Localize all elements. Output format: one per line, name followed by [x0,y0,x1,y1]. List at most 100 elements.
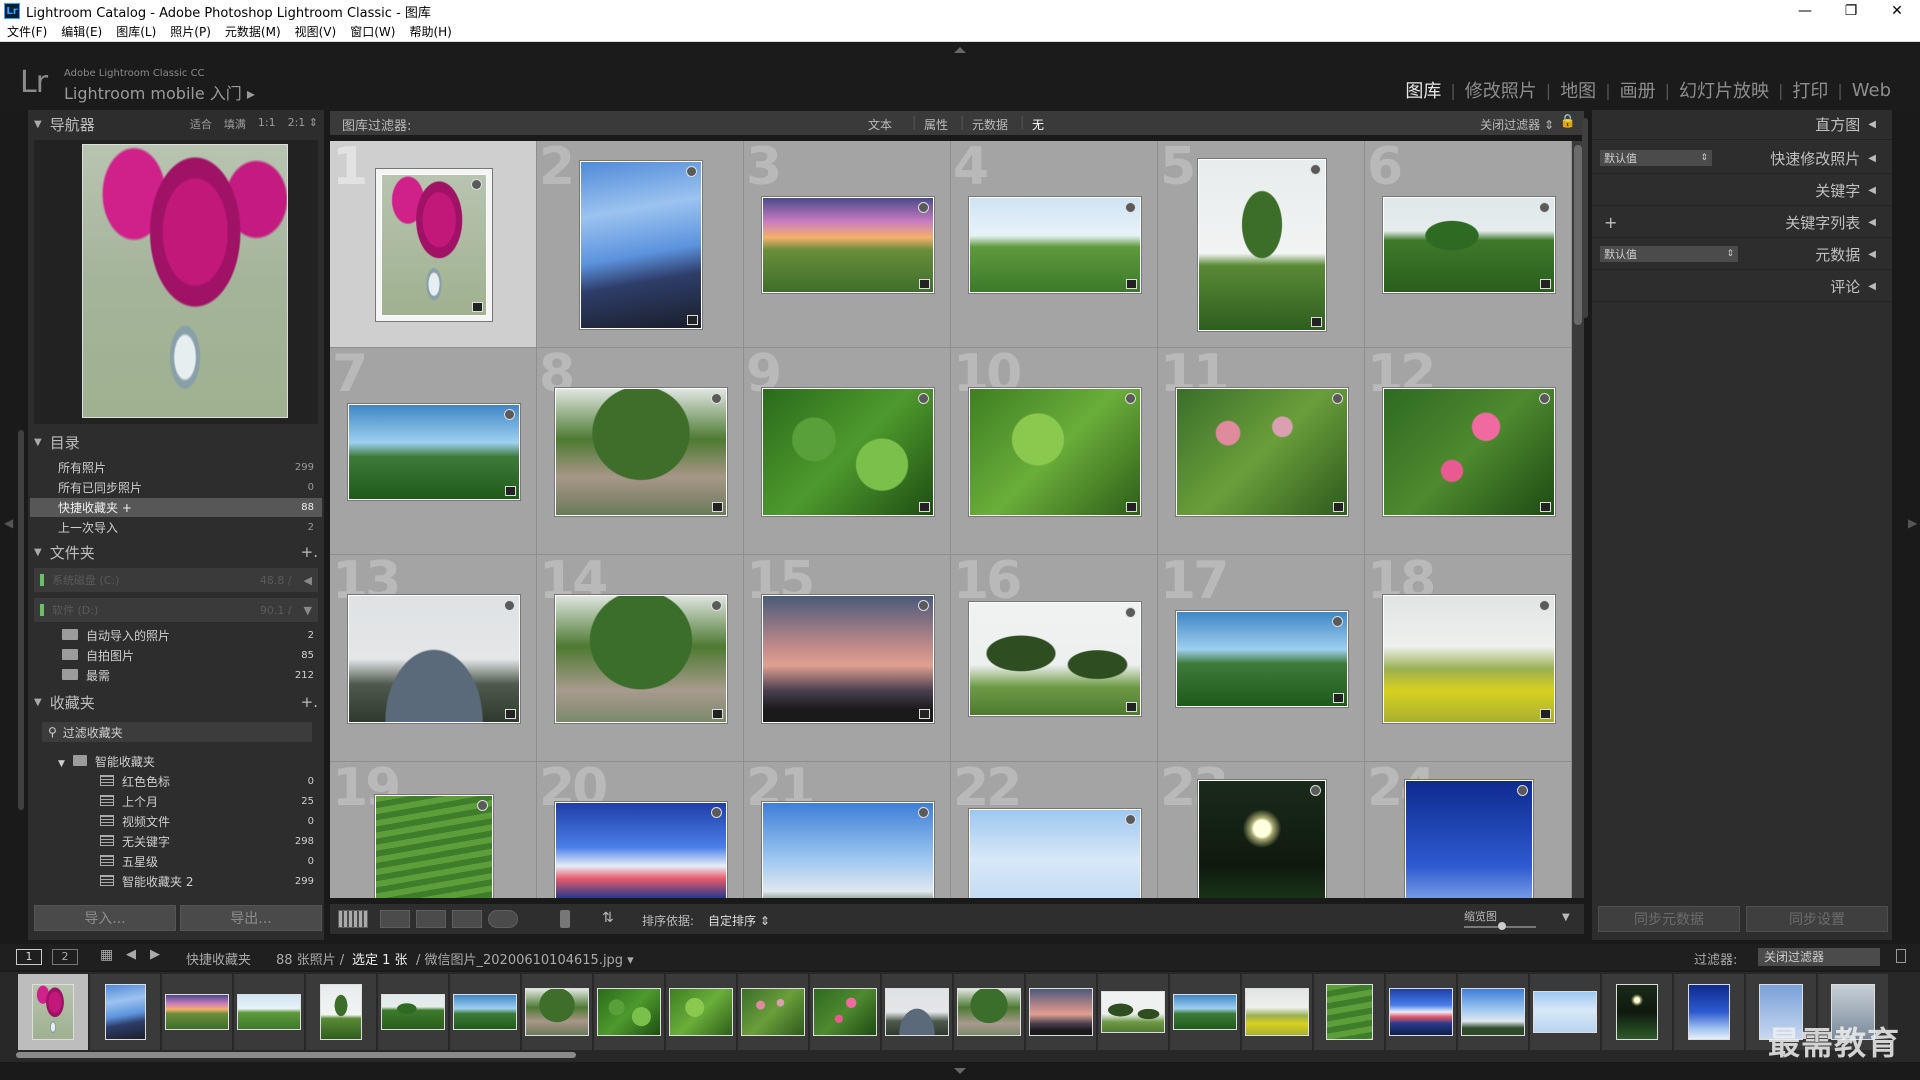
right-panel-scrollbar[interactable] [1582,118,1588,318]
filter-preset-select[interactable]: 关闭过滤器 ⇕ [1480,116,1554,133]
loupe-view-icon[interactable] [380,910,410,928]
filmstrip-thumbnail[interactable] [957,988,1021,1036]
quick-collection-dot-icon[interactable] [1331,392,1343,404]
grid-cell[interactable]: 12 [1365,344,1572,555]
photo-thumbnail[interactable] [968,601,1141,716]
grid-cell[interactable]: 10 [951,344,1158,555]
folder-item[interactable]: 自动导入的照片 2 [30,626,322,645]
smart-collection-item[interactable]: 无关键字 298 [30,832,322,851]
grid-cell[interactable]: 14 [537,551,744,762]
quick-collection-dot-icon[interactable] [1124,606,1136,618]
photo-thumbnail[interactable] [1382,594,1555,723]
grid-icon[interactable]: ▦ [100,947,113,963]
filmstrip-cell[interactable] [594,974,664,1050]
grid-view-icon[interactable] [338,910,368,928]
quick-collection-dot-icon[interactable] [1124,201,1136,213]
filmstrip-cell[interactable] [1314,974,1384,1050]
quick-collection-dot-icon[interactable] [1331,615,1343,627]
catalog-item-quick-collection[interactable]: 快捷收藏夹 + 88 [30,498,322,517]
expand-triangle-icon[interactable]: ▼ [58,759,65,769]
catalog-item-all-photos[interactable]: 所有照片 299 [30,458,322,477]
zoom-2-1[interactable]: 2:1 ⇕ [288,116,318,132]
filmstrip-thumbnail[interactable] [165,994,229,1030]
photo-thumbnail[interactable] [347,594,520,723]
grid-cell[interactable]: 7 [330,344,537,555]
menu-view[interactable]: 视图(V) [288,23,344,40]
left-panel-collapse-icon[interactable]: ◀ [4,516,13,530]
comments-header[interactable]: 评论 ◀ [1592,272,1892,302]
main-window-button[interactable]: 1 [16,949,42,965]
edit-badge-icon[interactable] [686,314,698,325]
filter-attribute[interactable]: 属性 [924,116,948,133]
smart-collection-item[interactable]: 红色色标 0 [30,772,322,791]
filmstrip-source[interactable]: 快捷收藏夹 [186,949,251,968]
filmstrip-thumbnail[interactable] [1245,988,1309,1036]
grid-cell[interactable]: 1 [330,141,537,348]
filmstrip-thumbnail[interactable] [1029,988,1093,1036]
edit-badge-icon[interactable] [918,708,930,719]
filmstrip-cell[interactable] [162,974,232,1050]
sort-direction-icon[interactable]: ⇅ [602,910,614,926]
edit-badge-icon[interactable] [1125,278,1137,289]
photo-thumbnail[interactable] [968,196,1141,293]
quick-collection-dot-icon[interactable] [1124,392,1136,404]
filmstrip-cell[interactable] [1602,974,1672,1050]
add-keyword-button[interactable]: + [1604,213,1617,232]
filmstrip-thumbnail[interactable] [32,984,74,1040]
photo-thumbnail[interactable] [554,594,727,723]
photo-thumbnail[interactable] [380,173,487,316]
grid-cell[interactable]: 6 [1365,141,1572,348]
import-button[interactable]: 导入... [34,905,176,931]
add-folder-button[interactable]: +. [301,543,318,561]
minimize-button[interactable]: — [1782,0,1828,22]
quick-collection-dot-icon[interactable] [1538,392,1550,404]
edit-badge-icon[interactable] [1539,708,1551,719]
filmstrip-thumbnail[interactable] [1173,994,1237,1030]
photo-thumbnail[interactable] [1197,158,1326,331]
collapse-triangle-icon[interactable]: ▼ [34,119,42,130]
filmstrip-thumbnail[interactable] [237,994,301,1030]
filmstrip-cell[interactable] [306,974,376,1050]
filmstrip-cell[interactable] [450,974,520,1050]
close-button[interactable]: ✕ [1874,0,1920,22]
smart-collections-group[interactable]: ▼ 智能收藏夹 [30,752,322,771]
smart-collection-item[interactable]: 五星级 0 [30,852,322,871]
collapse-left-icon[interactable]: ◀ [1868,217,1876,228]
filmstrip-thumbnail[interactable] [1533,991,1597,1033]
collapse-triangle-icon[interactable]: ▼ [34,697,42,708]
edit-badge-icon[interactable] [711,501,723,512]
filmstrip-thumbnail[interactable] [885,988,949,1036]
collapse-triangle-icon[interactable]: ▼ [34,437,42,448]
quick-collection-dot-icon[interactable] [917,806,929,818]
menu-photo[interactable]: 照片(P) [163,23,218,40]
grid-cell[interactable]: 15 [744,551,951,762]
grid-scrollbar-thumb[interactable] [1574,145,1582,325]
grid-cell[interactable]: 20 [537,758,744,898]
grid-cell[interactable]: 16 [951,551,1158,762]
survey-view-icon[interactable] [452,910,482,928]
quick-develop-header[interactable]: 默认值 ⇕ 快速修改照片 ◀ [1592,144,1892,174]
filmstrip-cell[interactable] [1386,974,1456,1050]
edit-badge-icon[interactable] [471,301,483,312]
metadata-header[interactable]: 默认值 ⇕ 元数据 ◀ [1592,240,1892,270]
histogram-header[interactable]: 直方图 ◀ [1592,110,1892,140]
filmstrip-thumbnail[interactable] [669,988,733,1036]
collapse-left-icon[interactable]: ◀ [1868,281,1876,292]
filmstrip-cell[interactable] [18,974,88,1050]
filmstrip-cell[interactable] [738,974,808,1050]
menu-metadata[interactable]: 元数据(M) [218,23,288,40]
edit-badge-icon[interactable] [1310,316,1322,327]
grid-cell[interactable]: 8 [537,344,744,555]
filmstrip-file-name[interactable]: / 微信图片_20200610104615.jpg ▾ [416,949,634,968]
quick-collection-dot-icon[interactable] [503,599,515,611]
grid-cell[interactable]: 23 [1158,758,1365,898]
menu-library[interactable]: 图库(L) [109,23,163,40]
edit-badge-icon[interactable] [918,278,930,289]
back-arrow-icon[interactable]: ◀ [126,947,136,962]
export-button[interactable]: 导出... [180,905,322,931]
filmstrip-scrollbar[interactable] [16,1052,576,1058]
edit-badge-icon[interactable] [1332,501,1344,512]
menu-file[interactable]: 文件(F) [0,23,54,40]
module-library[interactable]: 图库 [1396,77,1450,103]
volume-c[interactable]: 系统磁盘 (C:) 48.8 / ◀ [34,568,318,592]
